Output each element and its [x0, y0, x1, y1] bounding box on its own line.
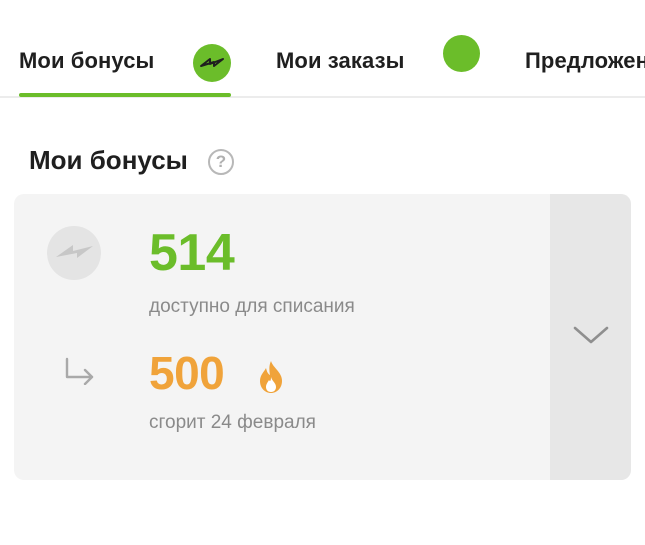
expiring-bonus-caption: сгорит 24 февраля: [149, 412, 316, 433]
tab-my-orders-label: Мои заказы: [276, 48, 405, 73]
arrow-down-right-icon: [65, 357, 94, 385]
status-dot-icon: [443, 35, 480, 72]
expiring-bonus-amount: 500: [149, 347, 225, 399]
tab-offers[interactable]: Предложения: [525, 36, 645, 96]
available-bonus-amount: 514: [149, 224, 235, 282]
bonus-card: 514 доступно для списания 500 сгорит 24 …: [14, 194, 631, 480]
bolt-icon: [47, 226, 101, 280]
active-tab-indicator: [19, 93, 231, 97]
tab-bar: Мои бонусы Мои заказы Предложения: [0, 0, 645, 98]
chevron-down-icon: [573, 326, 609, 344]
bolt-icon: [193, 44, 231, 82]
expand-card-button[interactable]: [550, 194, 631, 480]
section-title: Мои бонусы: [29, 145, 188, 175]
tab-offers-label: Предложения: [525, 48, 645, 73]
tab-my-bonuses-label: Мои бонусы: [19, 48, 155, 73]
help-icon[interactable]: ?: [208, 149, 234, 175]
available-bonus-caption: доступно для списания: [149, 296, 355, 317]
tab-my-orders[interactable]: Мои заказы: [276, 36, 405, 96]
fire-icon: [260, 361, 282, 393]
